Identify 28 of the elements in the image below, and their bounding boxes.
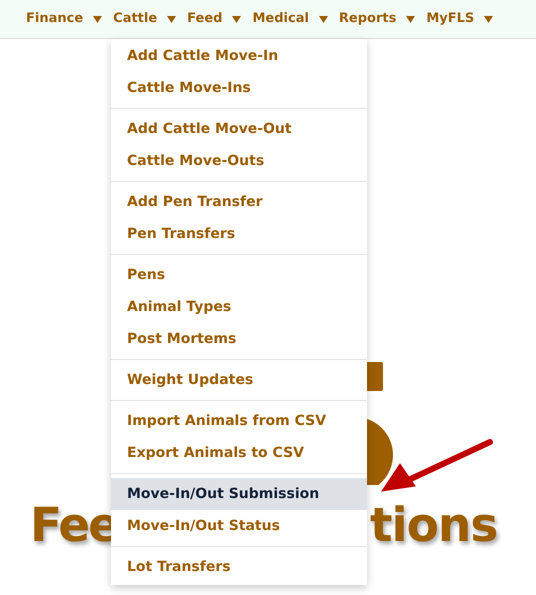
menu-item[interactable]: Cattle Move-Ins	[111, 72, 367, 104]
menu-item[interactable]: Move-In/Out Status	[111, 510, 367, 542]
menu-item[interactable]: Cattle Move-Outs	[111, 145, 367, 177]
caret-icon	[167, 16, 176, 22]
menu-item[interactable]: Import Animals from CSV	[111, 405, 367, 437]
menu-item[interactable]: Add Pen Transfer	[111, 186, 367, 218]
menu-item[interactable]: Pens	[111, 259, 367, 291]
menu-item[interactable]: Animal Types	[111, 291, 367, 323]
caret-icon	[318, 16, 328, 22]
caret-icon	[484, 16, 494, 22]
menu-item[interactable]: Move-In/Out Submission	[111, 478, 367, 510]
nav-menu-item[interactable]: Medical	[252, 9, 328, 29]
nav-menu-item[interactable]: Cattle	[113, 9, 176, 29]
menu-item[interactable]: Post Mortems	[111, 323, 367, 355]
caret-icon	[93, 16, 102, 22]
nav-menu-item[interactable]: Finance	[26, 9, 102, 29]
menu-item[interactable]: Add Cattle Move-Out	[111, 113, 367, 145]
nav-menu-item[interactable]: MyFLS	[426, 9, 494, 29]
menu-item[interactable]: Pen Transfers	[111, 218, 367, 250]
menu-item[interactable]: Weight Updates	[111, 364, 367, 396]
menu-item[interactable]: Export Animals to CSV	[111, 437, 367, 469]
nav-menu-item[interactable]: Reports	[338, 9, 416, 29]
menu-item[interactable]: Lot Transfers	[111, 551, 367, 583]
nav-menu-item[interactable]: Feed	[187, 9, 242, 29]
caret-icon	[406, 16, 416, 22]
logo-text: tions	[370, 502, 498, 549]
caret-icon	[232, 16, 242, 22]
menu-item[interactable]: Add Cattle Move-In	[111, 40, 367, 72]
